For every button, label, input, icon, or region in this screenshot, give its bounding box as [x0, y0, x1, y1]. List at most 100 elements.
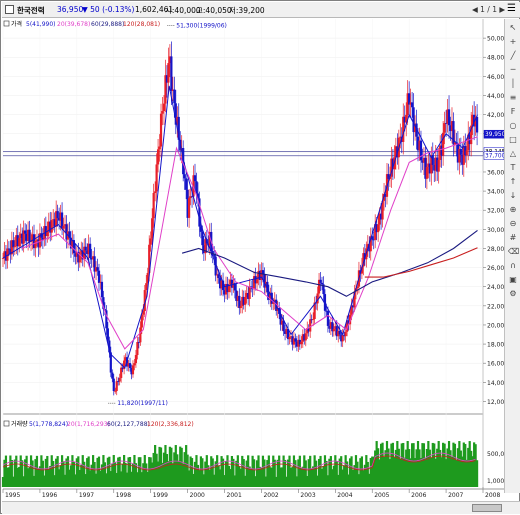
- candle-body: [170, 56, 173, 92]
- vol-legend-ma60: 60(2,127,788): [107, 421, 150, 428]
- candle-body: [459, 148, 462, 155]
- candle-body: [154, 191, 157, 193]
- candle-body: [50, 220, 53, 233]
- price-tags: 39,95038,14537,700: [483, 129, 506, 160]
- chart-window: 50,00048,00046,00044,00042,00040,00038,0…: [0, 0, 520, 514]
- vol-legend-ma20: 20(1,716,293): [67, 421, 110, 428]
- candle-body: [34, 240, 37, 249]
- arrow-up-icon[interactable]: ↑: [508, 177, 518, 187]
- candle-body: [187, 198, 191, 218]
- x-tick-label: 2008: [485, 492, 500, 499]
- candle-body: [131, 365, 135, 375]
- fibonacci-icon[interactable]: F: [508, 107, 518, 117]
- list-icon[interactable]: ☰: [507, 3, 516, 14]
- arrow-down-icon[interactable]: ↓: [508, 191, 518, 201]
- candle-body: [133, 363, 136, 366]
- x-tick-label: 2006: [411, 492, 426, 499]
- candle-body: [28, 229, 31, 242]
- candle-body: [300, 341, 303, 345]
- candle-body: [111, 372, 114, 379]
- lock-icon[interactable]: ▣: [508, 275, 518, 285]
- candle-body: [56, 211, 59, 219]
- candle-body: [437, 159, 440, 172]
- line-icon[interactable]: ╱: [508, 51, 518, 61]
- stock-name[interactable]: 한국전력: [17, 5, 45, 16]
- magnet-icon[interactable]: ∩: [508, 261, 518, 271]
- annotation-label: 11,820(1997/11): [117, 400, 168, 407]
- legend-ma120: 120(28,081): [123, 21, 160, 28]
- crosshair-icon[interactable]: +: [508, 37, 518, 47]
- candle-body: [344, 331, 347, 337]
- vline-icon[interactable]: │: [508, 79, 518, 89]
- toolbar: 한국전력 36,950 ▼ 50 (-0.13%) 1,602,461 시:40…: [2, 2, 520, 18]
- candle-body: [136, 342, 139, 356]
- candle-body: [288, 336, 291, 340]
- price-tag-label: 39,950: [485, 132, 506, 138]
- zoom-out-icon[interactable]: ⊖: [508, 219, 518, 229]
- x-tick-label: 2004: [337, 492, 352, 499]
- eraser-icon[interactable]: ⌫: [508, 247, 519, 257]
- candle-body: [447, 109, 451, 126]
- candle-body: [120, 367, 123, 378]
- candle-body: [1, 258, 5, 259]
- settings-icon[interactable]: ⚙: [508, 289, 518, 299]
- zoom-in-icon[interactable]: ⊕: [508, 205, 518, 215]
- rect-icon[interactable]: □: [508, 135, 518, 145]
- candle-body: [332, 328, 335, 332]
- x-tick-label: 2001: [227, 492, 242, 499]
- vol-legend-ma5: 5(1,778,824): [29, 421, 68, 428]
- candle-body: [255, 279, 259, 284]
- x-tick-label: 1998: [116, 492, 131, 499]
- candle-body: [312, 319, 315, 320]
- toolbar-checkbox[interactable]: [5, 5, 14, 14]
- candle-body: [185, 178, 188, 190]
- price-tag-label: 37,700: [485, 154, 506, 160]
- hline-icon[interactable]: ─: [508, 65, 518, 75]
- legend-ma5: 5(41,990): [26, 21, 56, 28]
- candle-body: [425, 166, 428, 179]
- candle-body: [239, 306, 242, 309]
- candle-body: [161, 111, 164, 114]
- candle-body: [419, 140, 423, 161]
- legend-prefix: 가격: [11, 20, 22, 28]
- text-icon[interactable]: T: [508, 163, 518, 173]
- page-navigator[interactable]: ◀ 1 / 1 ▶: [472, 5, 505, 14]
- price-panel: [3, 19, 483, 411]
- candle-body: [145, 283, 148, 291]
- candle-body: [227, 285, 231, 293]
- scrollbar[interactable]: [2, 501, 520, 514]
- x-tick-label: 1999: [153, 492, 168, 499]
- candle-body: [195, 181, 198, 194]
- vol-legend-checkbox[interactable]: [3, 420, 10, 427]
- price-legend: 가격 5(41,990) 20(39,678) 60(29,888) 120(2…: [3, 20, 160, 28]
- x-tick-label: 2005: [374, 492, 389, 499]
- candle-body: [100, 281, 104, 298]
- candle-body: [84, 246, 87, 251]
- x-tick-label: 1996: [42, 492, 57, 499]
- legend-checkbox[interactable]: [3, 20, 10, 27]
- grid-icon[interactable]: #: [508, 233, 518, 243]
- tool-sidebar: ↖ + ╱ ─ │ ≡ F ○ □ △ T ↑ ↓ ⊕ ⊖ # ⌫ ∩ ▣ ⚙: [504, 19, 520, 493]
- circle-icon[interactable]: ○: [508, 121, 518, 131]
- x-tick-label: 2003: [300, 492, 315, 499]
- candle-body: [134, 355, 138, 364]
- candle-body: [115, 381, 118, 391]
- candle-body: [96, 267, 99, 271]
- candle-body: [118, 377, 121, 382]
- candle-body: [442, 132, 445, 156]
- candle-body: [320, 282, 324, 285]
- candle-body: [128, 363, 132, 369]
- cursor-icon[interactable]: ↖: [508, 23, 518, 33]
- candle-body: [411, 102, 414, 108]
- scroll-thumb[interactable]: [472, 504, 502, 512]
- x-tick-label: 2002: [263, 492, 278, 499]
- candle-body: [326, 311, 330, 326]
- candle-body: [244, 297, 247, 305]
- candle-body: [201, 231, 204, 246]
- channel-icon[interactable]: ≡: [508, 93, 518, 103]
- x-axis: 1995 1996 1997 1998 1999 2000 2001 2002 2003 2004…: [2, 489, 500, 499]
- triangle-icon[interactable]: △: [508, 149, 518, 159]
- vol-legend-prefix: 거래량: [11, 420, 28, 428]
- candle-body: [139, 327, 142, 343]
- price-change: ▼ 50 (-0.13%): [82, 5, 135, 14]
